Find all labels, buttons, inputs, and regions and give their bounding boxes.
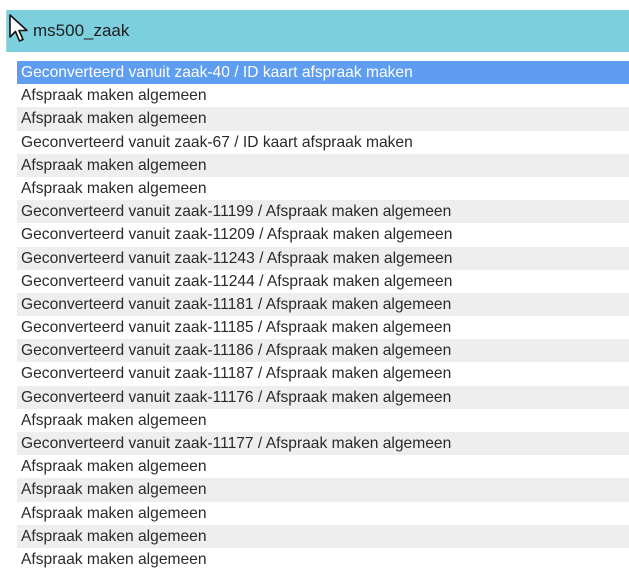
list-item[interactable]: Afspraak maken algemeen: [17, 408, 629, 432]
list-item[interactable]: Afspraak maken algemeen: [17, 153, 629, 177]
list-item[interactable]: Afspraak maken algemeen: [17, 455, 629, 479]
list-item[interactable]: Afspraak maken algemeen: [17, 107, 629, 131]
list-item[interactable]: Geconverteerd vanuit zaak-11176 / Afspra…: [17, 385, 629, 409]
list-header[interactable]: ms500_zaak: [6, 10, 629, 52]
list-item[interactable]: Afspraak maken algemeen: [17, 176, 629, 201]
list-item[interactable]: Geconverteerd vanuit zaak-11243 / Afspra…: [17, 246, 629, 270]
list-item[interactable]: Afspraak maken algemeen: [17, 84, 629, 108]
list-item[interactable]: Geconverteerd vanuit zaak-11244 / Afspra…: [17, 269, 629, 293]
list-item[interactable]: Geconverteerd vanuit zaak-11181 / Afspra…: [17, 292, 629, 317]
list-item[interactable]: Geconverteerd vanuit zaak-11199 / Afspra…: [17, 200, 629, 224]
list-item[interactable]: Afspraak maken algemeen: [17, 478, 629, 502]
list-item-selected[interactable]: Geconverteerd vanuit zaak-40 / ID kaart …: [17, 61, 629, 85]
list-item[interactable]: Afspraak maken algemeen: [17, 524, 629, 548]
list-item[interactable]: Geconverteerd vanuit zaak-11177 / Afspra…: [17, 432, 629, 456]
list-header-label: ms500_zaak: [33, 21, 130, 40]
list-panel: ms500_zaak Geconverteerd vanuit zaak-40 …: [0, 0, 629, 584]
list-item[interactable]: Afspraak maken algemeen: [17, 501, 629, 525]
list-item[interactable]: Geconverteerd vanuit zaak-11209 / Afspra…: [17, 223, 629, 247]
list-item[interactable]: Geconverteerd vanuit zaak-11185 / Afspra…: [17, 316, 629, 340]
list-item[interactable]: Geconverteerd vanuit zaak-11187 / Afspra…: [17, 362, 629, 386]
option-list: Geconverteerd vanuit zaak-40 / ID kaart …: [17, 61, 629, 572]
list-item[interactable]: Afspraak maken algemeen: [17, 547, 629, 572]
list-item[interactable]: Geconverteerd vanuit zaak-67 / ID kaart …: [17, 130, 629, 154]
mouse-pointer-icon: [9, 14, 28, 42]
list-item[interactable]: Geconverteerd vanuit zaak-11186 / Afspra…: [17, 339, 629, 363]
